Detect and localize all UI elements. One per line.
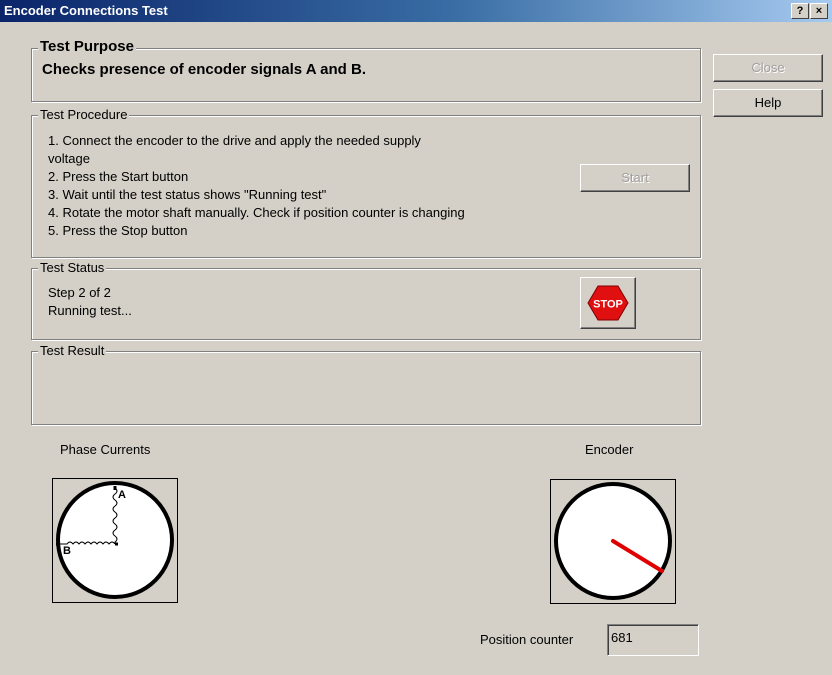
phase-a-label: A bbox=[118, 489, 126, 501]
title-bar[interactable]: Encoder Connections Test ? × bbox=[0, 0, 832, 22]
phase-currents-label: Phase Currents bbox=[60, 442, 151, 457]
encoder-dial bbox=[550, 479, 676, 604]
procedure-line: 1. Connect the encoder to the drive and … bbox=[48, 133, 421, 148]
test-procedure-group: Test Procedure 1. Connect the encoder to… bbox=[31, 107, 701, 258]
status-step: Step 2 of 2 bbox=[48, 285, 111, 300]
position-counter-label: Position counter bbox=[480, 632, 574, 647]
test-purpose-legend: Test Purpose bbox=[38, 38, 136, 55]
procedure-line: voltage bbox=[48, 151, 90, 166]
procedure-line: 3. Wait until the test status shows "Run… bbox=[48, 187, 327, 202]
test-result-legend: Test Result bbox=[38, 343, 107, 358]
help-icon[interactable]: ? bbox=[791, 3, 809, 19]
close-icon[interactable]: × bbox=[810, 3, 828, 19]
procedure-line: 5. Press the Stop button bbox=[48, 223, 188, 238]
dialog-window: Encoder Connections Test ? × Test Purpos… bbox=[0, 0, 832, 675]
stop-button[interactable]: STOP bbox=[580, 277, 636, 329]
test-status-legend: Test Status bbox=[38, 260, 107, 275]
close-button[interactable]: Close bbox=[713, 54, 823, 82]
test-purpose-group: Test Purpose Checks presence of encoder … bbox=[31, 38, 701, 102]
test-status-group: Test Status Step 2 of 2 Running test... … bbox=[31, 260, 701, 340]
test-purpose-text: Checks presence of encoder signals A and… bbox=[42, 61, 366, 78]
stop-label: STOP bbox=[593, 299, 623, 311]
phase-currents-diagram: A B bbox=[52, 478, 178, 603]
procedure-line: 4. Rotate the motor shaft manually. Chec… bbox=[48, 205, 465, 220]
encoder-label: Encoder bbox=[585, 442, 634, 457]
help-button[interactable]: Help bbox=[713, 89, 823, 117]
test-result-group: Test Result bbox=[31, 343, 701, 425]
test-procedure-legend: Test Procedure bbox=[38, 107, 130, 122]
window-title: Encoder Connections Test bbox=[4, 3, 168, 18]
procedure-line: 2. Press the Start button bbox=[48, 169, 189, 184]
start-button[interactable]: Start bbox=[580, 164, 690, 192]
position-counter-field: 681 bbox=[607, 624, 699, 656]
status-message: Running test... bbox=[48, 303, 132, 318]
phase-b-label: B bbox=[63, 545, 71, 557]
stop-sign-icon: STOP bbox=[587, 285, 629, 321]
